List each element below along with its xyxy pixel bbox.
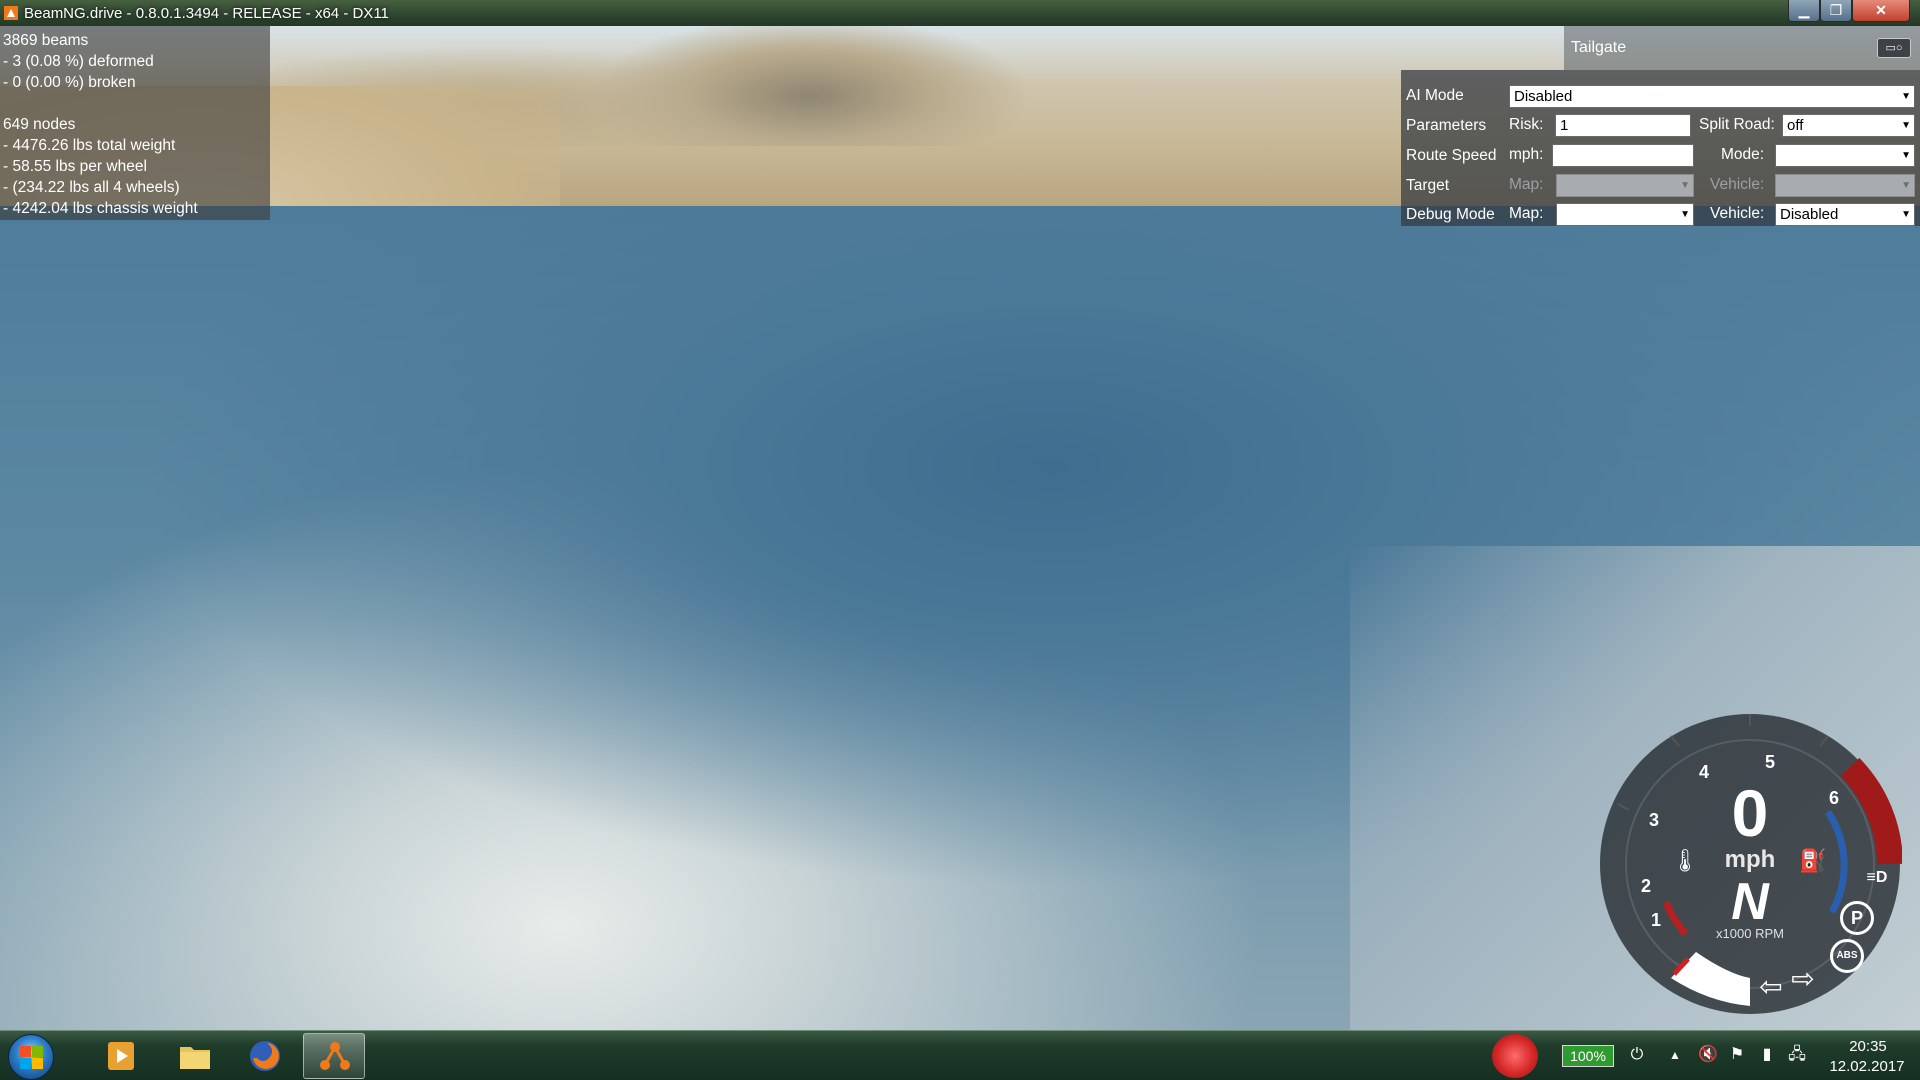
power-plug-icon[interactable]: ⏻ [1626,1045,1648,1065]
ai-panel-body: AI Mode Disabled ▼ Parameters Risk: 1 Spl… [1401,70,1920,226]
chevron-down-icon: ▼ [1901,91,1911,102]
parameters-label: Parameters [1406,117,1487,134]
panel-settings-button[interactable]: ▭○ [1877,38,1911,58]
nodes-count: 649 nodes [3,116,76,133]
clock-time: 20:35 [1849,1038,1887,1055]
speed-readout: 0 [1731,776,1769,850]
beamng-app-icon [320,1042,350,1070]
split-road-select[interactable]: off ▼ [1782,114,1915,137]
debug-vehicle-label: Vehicle: [1710,205,1765,222]
battery-tray-icon[interactable]: ▮ [1756,1045,1778,1065]
clock-date: 12.02.2017 [1829,1058,1905,1075]
beamng-logo-icon [4,6,18,20]
mode-label: Mode: [1721,146,1765,163]
beams-count: 3869 beams [3,32,89,49]
left-turn-signal-icon: ⇦ [1759,971,1783,1002]
route-mode-select[interactable]: ▼ [1775,144,1915,167]
broken-beams: - 0 (0.00 %) broken [3,74,136,91]
weight-per-wheel: - 58.55 lbs per wheel [3,158,147,175]
chevron-down-icon: ▼ [1901,180,1911,191]
rpm-tick-2: 2 [1640,876,1651,896]
gear-indicator: N [1731,873,1769,931]
show-hidden-icons-button[interactable]: ▲ [1664,1045,1686,1065]
target-vehicle-label: Vehicle: [1710,176,1765,193]
window-title: BeamNG.drive - 0.8.0.1.3494 - RELEASE - … [24,5,389,22]
right-turn-signal-icon: ⇨ [1791,963,1815,994]
windows-taskbar: 100% ⏻ ▲ 🔇 ⚑ ▮ 🖧 20:35 12.02.2017 [0,1030,1920,1080]
folder-icon [180,1047,210,1069]
rpm-tick-1: 1 [1650,910,1661,930]
ai-control-panel: Tailgate ▭○ AI Mode Disabled ▼ Parameters… [1401,26,1920,226]
ai-panel-title: Tailgate [1571,39,1627,56]
target-label: Target [1406,177,1450,194]
antivirus-tray-icon[interactable] [1492,1034,1538,1078]
debug-map-label: Map: [1509,205,1544,222]
fuel-icon: ⛽ [1799,848,1827,873]
network-icon[interactable]: 🖧 [1786,1045,1808,1065]
debug-mode-label: Debug Mode [1406,206,1495,223]
temperature-icon: 🌡 [1671,848,1699,873]
target-map-select: ▼ [1556,174,1694,197]
route-speed-label: Route Speed [1406,147,1497,164]
target-map-label: Map: [1509,176,1544,193]
rpm-label: x1000 RPM [1716,926,1784,941]
total-weight: - 4476.26 lbs total weight [3,137,176,154]
chassis-weight: - 4242.04 lbs chassis weight [3,200,198,217]
explorer-taskbar-item[interactable] [164,1033,226,1079]
target-vehicle-select: ▼ [1775,174,1915,197]
chevron-down-icon: ▼ [1901,209,1911,220]
vehicle-stats-overlay: 3869 beams - 3 (0.08 %) deformed - 0 (0.… [0,26,270,220]
split-road-label: Split Road: [1699,116,1775,133]
debug-vehicle-select[interactable]: Disabled ▼ [1775,203,1915,226]
media-player-taskbar-item[interactable] [90,1033,152,1079]
headlight-icon: ≡D [1866,869,1888,886]
beamng-taskbar-item[interactable] [303,1033,365,1079]
ai-mode-select[interactable]: Disabled ▼ [1509,85,1915,108]
mph-label: mph: [1509,146,1544,163]
window-titlebar[interactable]: BeamNG.drive - 0.8.0.1.3494 - RELEASE - … [0,0,1920,26]
chevron-down-icon: ▼ [1901,120,1911,131]
minimize-button[interactable]: ▁ [1788,0,1820,22]
risk-input[interactable]: 1 [1555,114,1691,137]
debug-map-select[interactable]: ▼ [1556,203,1694,226]
close-button[interactable]: ✕ [1852,0,1910,22]
deformed-beams: - 3 (0.08 %) deformed [3,53,154,70]
weight-all-wheels: - (234.22 lbs all 4 wheels) [3,179,180,196]
rpm-tick-5: 5 [1764,752,1775,772]
rpm-tick-6: 6 [1828,788,1839,808]
abs-icon: ABS [1830,939,1864,973]
ai-panel-header[interactable]: Tailgate ▭○ [1564,26,1920,70]
speedometer-gauge: 1 2 3 4 5 6 0 mph N x1000 RPM 🌡 ⛽ ≡D P A… [1598,712,1902,1016]
chevron-down-icon: ▼ [1680,180,1690,191]
maximize-button[interactable]: ❐ [1820,0,1852,22]
chevron-down-icon: ▼ [1901,150,1911,161]
action-center-flag-icon[interactable]: ⚑ [1726,1045,1748,1065]
speed-unit: mph [1724,846,1776,873]
chevron-down-icon: ▼ [1680,209,1690,220]
battery-indicator[interactable]: 100% [1562,1045,1614,1067]
route-speed-input[interactable] [1552,144,1694,167]
volume-muted-icon[interactable]: 🔇 [1697,1045,1719,1065]
media-player-icon [108,1042,134,1070]
ai-mode-label: AI Mode [1406,87,1464,104]
rpm-tick-3: 3 [1648,810,1659,830]
firefox-icon [250,1041,280,1071]
parking-brake-icon: P [1840,901,1874,935]
windows-logo-icon [20,1046,44,1070]
risk-label: Risk: [1509,116,1544,133]
start-button[interactable] [8,1034,54,1080]
firefox-taskbar-item[interactable] [234,1033,296,1079]
